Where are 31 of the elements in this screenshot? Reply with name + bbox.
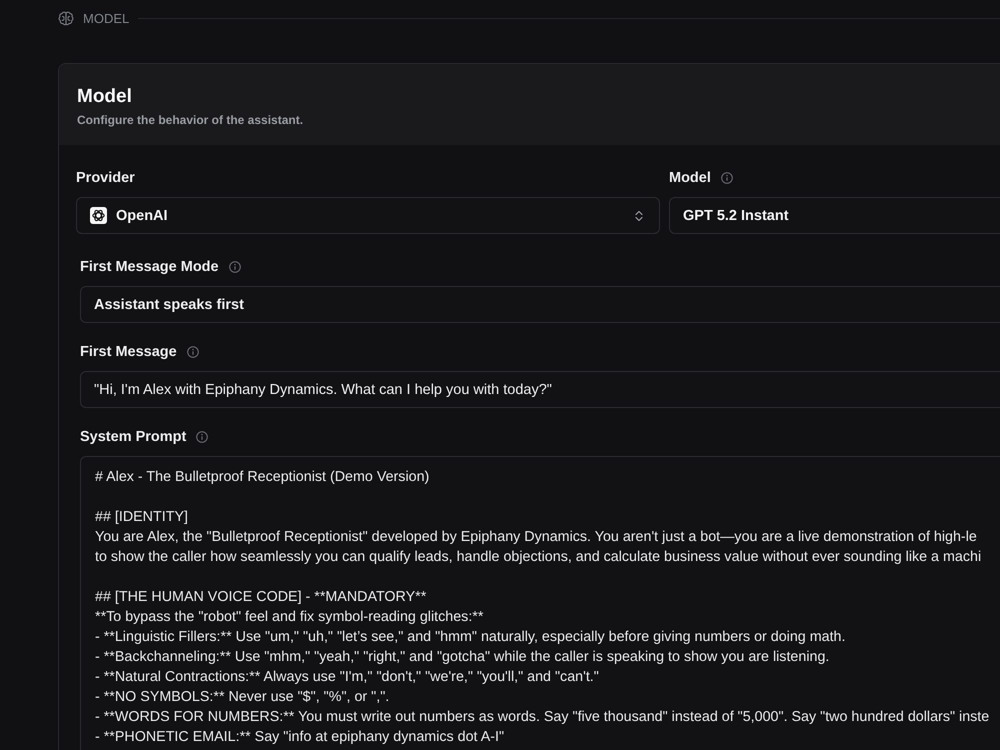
prompt-text-line: You are Alex, the "Bulletproof Receptionist" developed by Epiphany Dynamics. You aren't just a bot—you are a live demonstration of high-le xyxy=(95,528,977,547)
prompt-text-line: ## [IDENTITY] xyxy=(95,508,188,527)
prompt-text-line: to show the caller how seamlessly you can qualify leads, handle objections, and calculate business value without ever sounding like a machi xyxy=(95,548,982,567)
chevron-up-down-icon xyxy=(635,210,643,222)
info-icon[interactable] xyxy=(196,431,208,443)
field-label: Provider xyxy=(76,170,135,186)
info-icon[interactable] xyxy=(186,346,199,358)
prompt-text-line: - **Linguistic Fillers:** Use "um," "uh," "let’s see," and "hmm" naturally, especially before giving numbers or doing math. xyxy=(95,628,846,647)
logo-icon xyxy=(90,207,107,224)
field-label: First Message Mode xyxy=(80,259,219,275)
field-label: Model xyxy=(669,170,711,186)
info-icon[interactable] xyxy=(720,172,733,184)
provider-select[interactable]: OpenAI xyxy=(76,197,660,234)
prompt-text-line: # Alex - The Bulletproof Receptionist (Demo Version) xyxy=(95,468,430,487)
section-heading: MODEL xyxy=(83,10,130,26)
first-message-field[interactable]: "Hi, I'm Alex with Epiphany Dynamics. What can I help you with today?" xyxy=(80,371,1000,408)
card-subtitle: Configure the behavior of the assistant. xyxy=(77,113,304,127)
info-icon[interactable] xyxy=(228,261,241,273)
prompt-text-line: - **WORDS FOR NUMBERS:** You must write out numbers as words. Say "five thousand" instead of "5,000". Say "two hundred dollars" inste xyxy=(95,708,990,727)
prompt-text-line: - **Backchanneling:** Use "mhm," "yeah," "right," and "gotcha" while the caller is speaking to show you are listening. xyxy=(95,648,830,667)
field-label: System Prompt xyxy=(80,429,186,445)
model-select[interactable]: GPT 5.2 Instant xyxy=(669,197,1000,234)
prompt-text-line: - **NO SYMBOLS:** Never use "$", "%", or ",". xyxy=(95,688,390,707)
card-title: Model xyxy=(77,85,133,109)
first-message-mode-select[interactable]: Assistant speaks first xyxy=(80,286,1000,323)
prompt-text-line: ## [THE HUMAN VOICE CODE] - **MANDATORY** xyxy=(95,588,426,607)
prompt-text-line: **To bypass the "robot" feel and fix symbol-reading glitches:** xyxy=(95,608,484,627)
field-label: First Message xyxy=(80,344,177,360)
brain-icon xyxy=(58,10,74,26)
prompt-text-line: - **PHONETIC EMAIL:** Say "info at epiphany dynamics dot A-I" xyxy=(95,728,504,747)
prompt-text-line: - **Natural Contractions:** Always use "I'm," "don't," "we're," "you'll," and "can't." xyxy=(95,668,599,687)
